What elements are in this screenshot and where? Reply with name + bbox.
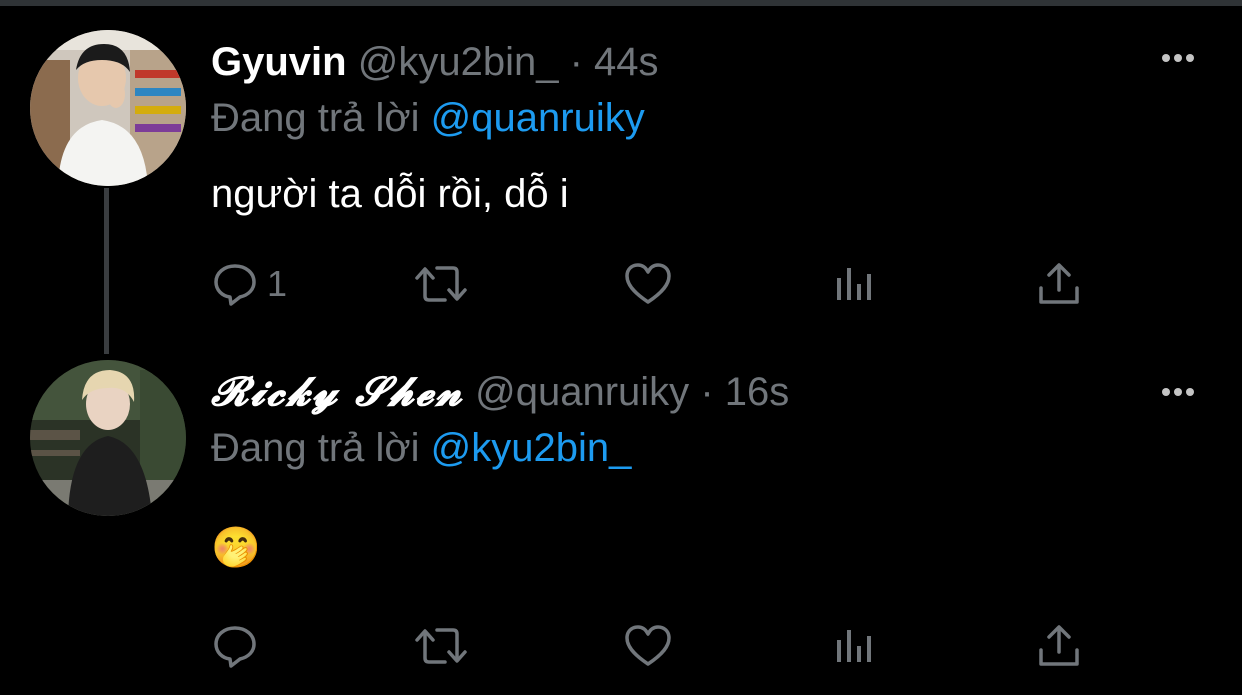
tweet-header: Gyuvin @kyu2bin_ · 44s xyxy=(211,38,659,86)
tweet-actions xyxy=(211,618,1111,674)
retweet-icon xyxy=(415,266,467,302)
tweet-actions: 1 xyxy=(211,256,1111,312)
share-icon xyxy=(1039,625,1079,666)
reply-count: 1 xyxy=(267,263,288,304)
replying-to: Đang trả lời @kyu2bin_ xyxy=(211,424,631,472)
share-button[interactable] xyxy=(1037,618,1081,674)
replying-to-mention[interactable]: @quanruiky xyxy=(431,96,645,140)
views-button[interactable] xyxy=(833,256,877,312)
tweet-gyuvin[interactable]: Gyuvin @kyu2bin_ · 44s Đang trả lời @qua… xyxy=(0,30,1242,330)
reply-icon xyxy=(214,264,256,306)
reply-button[interactable]: 1 xyxy=(211,256,287,312)
share-icon xyxy=(1039,263,1079,304)
like-button[interactable] xyxy=(623,618,673,674)
timestamp[interactable]: 44s xyxy=(594,40,659,84)
retweet-icon xyxy=(415,628,467,664)
views-chart-icon xyxy=(837,630,871,662)
like-heart-icon xyxy=(625,625,671,666)
separator-dot: · xyxy=(700,370,714,414)
views-chart-icon xyxy=(837,268,871,300)
share-button[interactable] xyxy=(1037,256,1081,312)
display-name[interactable]: Gyuvin xyxy=(211,40,347,84)
separator-dot: · xyxy=(569,40,583,84)
reply-icon xyxy=(214,626,256,668)
like-heart-icon xyxy=(625,263,671,304)
reply-button[interactable] xyxy=(211,618,267,674)
top-divider xyxy=(0,0,1242,6)
replying-to: Đang trả lời @quanruiky xyxy=(211,94,645,142)
timestamp[interactable]: 16s xyxy=(725,370,790,414)
avatar[interactable] xyxy=(30,360,186,516)
tweet-text: 🤭 xyxy=(211,526,261,570)
retweet-button[interactable] xyxy=(411,618,471,674)
replying-to-label: Đang trả lời xyxy=(211,96,420,140)
views-button[interactable] xyxy=(833,618,877,674)
replying-to-mention[interactable]: @kyu2bin_ xyxy=(431,426,632,470)
tweet-header: 𝓡𝓲𝓬𝓴𝔂 𝓢𝓱𝓮𝓷 @quanruiky · 16s xyxy=(211,368,789,416)
tweet-ricky-shen[interactable]: 𝓡𝓲𝓬𝓴𝔂 𝓢𝓱𝓮𝓷 @quanruiky · 16s Đang trả lời… xyxy=(0,360,1242,690)
like-button[interactable] xyxy=(623,256,673,312)
more-dots-icon[interactable] xyxy=(1158,48,1198,68)
replying-to-label: Đang trả lời xyxy=(211,426,420,470)
more-dots-icon[interactable] xyxy=(1158,382,1198,402)
display-name[interactable]: 𝓡𝓲𝓬𝓴𝔂 𝓢𝓱𝓮𝓷 xyxy=(211,368,464,415)
user-handle[interactable]: @quanruiky xyxy=(475,370,689,414)
tweet-text: người ta dỗi rồi, dỗ i xyxy=(211,172,569,216)
avatar[interactable] xyxy=(30,30,186,186)
retweet-button[interactable] xyxy=(411,256,471,312)
user-handle[interactable]: @kyu2bin_ xyxy=(358,40,559,84)
